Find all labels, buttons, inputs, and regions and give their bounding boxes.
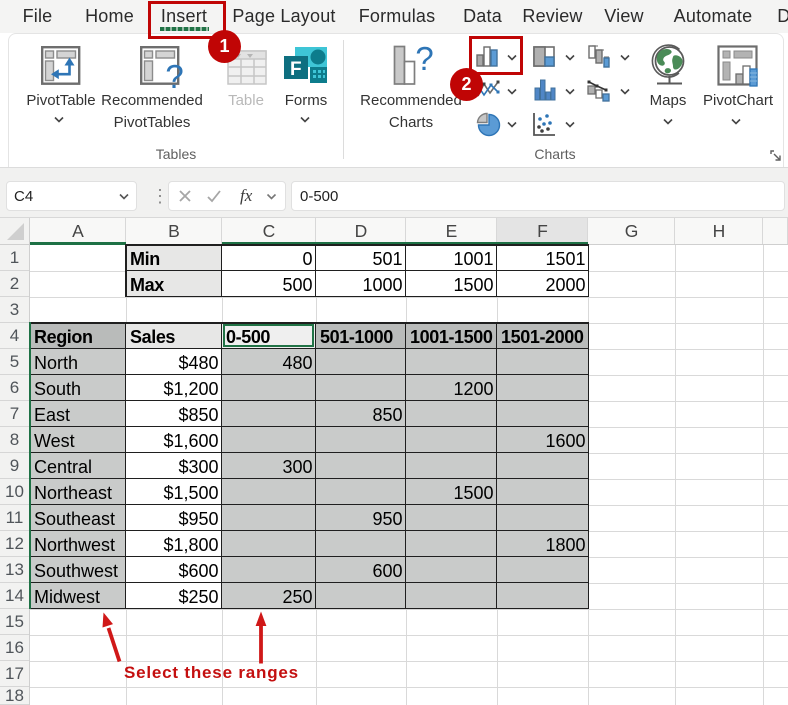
svg-text:F: F [290,59,302,80]
svg-text:?: ? [415,45,433,77]
svg-text:?: ? [165,58,183,90]
